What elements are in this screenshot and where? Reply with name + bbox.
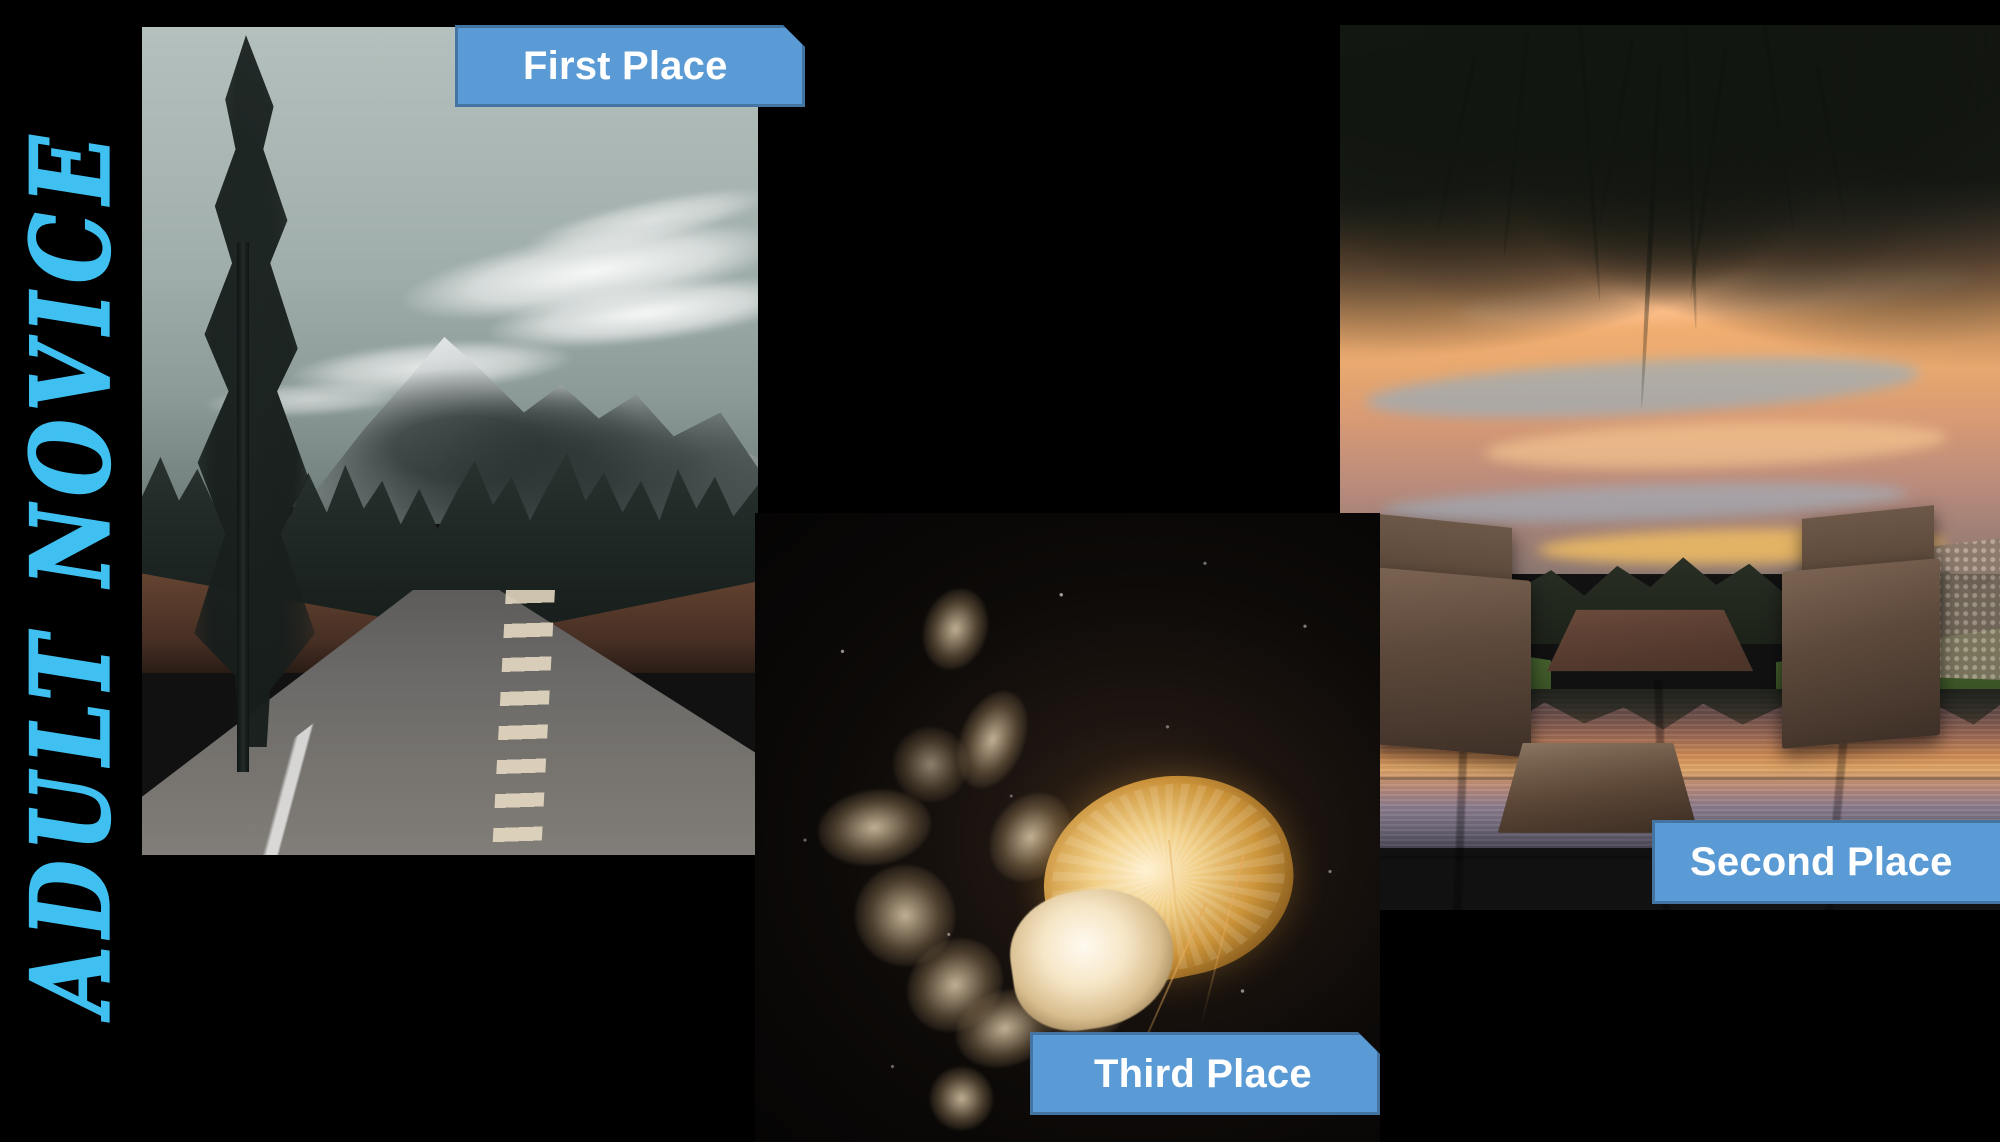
second-place-label-text: Second Place [1690,840,1953,884]
third-place-label-text: Third Place [1094,1051,1312,1096]
first-place-label-text: First Place [523,44,728,88]
wooden-table [1547,610,1753,672]
category-title-container: ADULT NOVICE [0,0,142,1142]
wooden-chair-right [1782,557,1941,749]
third-place-label[interactable]: Third Place [1030,1032,1380,1115]
wooden-bench-table [1497,743,1698,834]
second-place-label[interactable]: Second Place [1652,820,2000,904]
pine-trunk [237,242,249,773]
sunset-pond-photo[interactable] [1340,25,2000,910]
mountain-road-scene [142,27,758,855]
sunset-pond-scene [1340,25,2000,910]
page-title: ADULT NOVICE [6,126,135,1015]
mountain-road-photo[interactable] [142,27,758,855]
first-place-label[interactable]: First Place [455,25,805,107]
wooden-chair-left [1373,566,1532,758]
presentation-slide: ADULT NOVICE First Place Second Place Th… [0,0,2000,1142]
